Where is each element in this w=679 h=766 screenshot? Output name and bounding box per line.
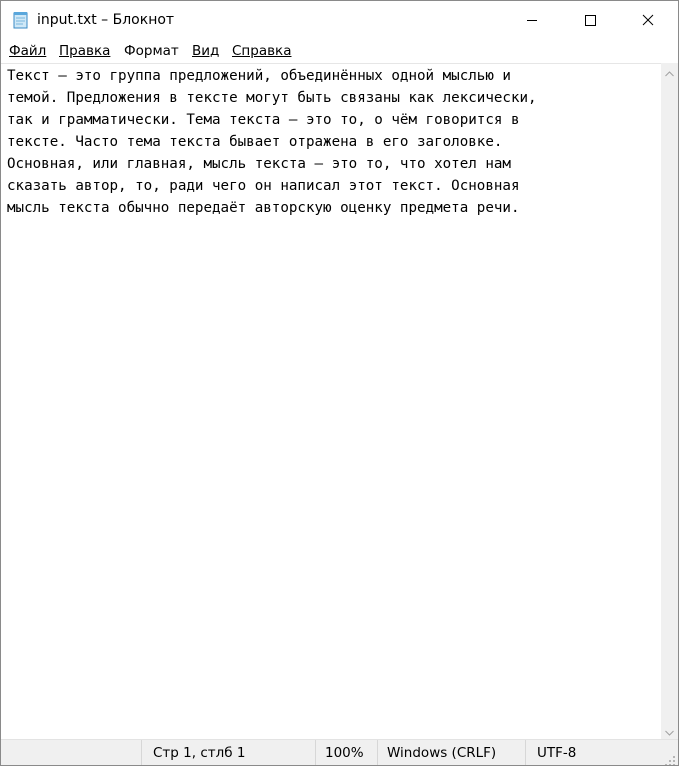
- notepad-icon[interactable]: [13, 11, 29, 29]
- text-line: так и грамматически. Тема текста — это т…: [7, 112, 520, 128]
- chevron-down-icon: [665, 721, 674, 740]
- menu-file[interactable]: Файл: [9, 42, 46, 60]
- notepad-window: input.txt – Блокнот Файл Правка Формат В…: [0, 0, 679, 766]
- status-divider: [377, 740, 378, 765]
- menu-view[interactable]: Вид: [192, 42, 219, 60]
- status-divider: [141, 740, 142, 765]
- resize-grip-icon[interactable]: [664, 752, 676, 765]
- menu-format[interactable]: Формат: [124, 42, 179, 60]
- maximize-button[interactable]: [561, 1, 619, 39]
- text-line: темой. Предложения в тексте могут быть с…: [7, 90, 537, 106]
- chevron-up-icon: [665, 62, 674, 81]
- close-button[interactable]: [619, 1, 677, 39]
- minimize-button[interactable]: [503, 1, 561, 39]
- text-editor[interactable]: Текст — это группа предложений, объединё…: [1, 63, 661, 740]
- close-icon: [642, 11, 654, 30]
- status-divider: [315, 740, 316, 765]
- cursor-position: Стр 1, стлб 1: [153, 745, 246, 761]
- line-ending: Windows (CRLF): [387, 745, 497, 761]
- zoom-level: 100%: [325, 745, 364, 761]
- editor-content[interactable]: Текст — это группа предложений, объединё…: [7, 65, 655, 219]
- menu-view-label: Вид: [192, 43, 220, 59]
- maximize-icon: [584, 11, 596, 30]
- menu-format-label: Формат: [124, 43, 179, 59]
- minimize-icon: [526, 11, 538, 30]
- status-bar: Стр 1, стлб 1 100% Windows (CRLF) UTF-8: [1, 739, 678, 765]
- encoding: UTF-8: [537, 745, 577, 761]
- text-line: сказать автор, то, ради чего он написал …: [7, 178, 520, 194]
- menu-help-label: Справка: [232, 43, 292, 59]
- text-line: Основная, или главная, мысль текста — эт…: [7, 156, 511, 172]
- vertical-scrollbar[interactable]: [661, 63, 678, 739]
- menu-bar: Файл Правка Формат Вид Справка: [1, 39, 678, 63]
- menu-edit-label: Правка: [59, 43, 111, 59]
- text-line: тексте. Часто тема текста бывает отражен…: [7, 134, 503, 150]
- text-line: Текст — это группа предложений, объединё…: [7, 68, 511, 84]
- title-bar[interactable]: input.txt – Блокнот: [1, 1, 678, 39]
- scroll-down-button[interactable]: [661, 722, 678, 739]
- text-line: мысль текста обычно передаёт авторскую о…: [7, 200, 520, 216]
- menu-help[interactable]: Справка: [232, 42, 291, 60]
- window-title: input.txt – Блокнот: [37, 12, 175, 28]
- scroll-up-button[interactable]: [661, 63, 678, 80]
- menu-file-label: Файл: [9, 43, 47, 59]
- menu-edit[interactable]: Правка: [59, 42, 110, 60]
- status-divider: [525, 740, 526, 765]
